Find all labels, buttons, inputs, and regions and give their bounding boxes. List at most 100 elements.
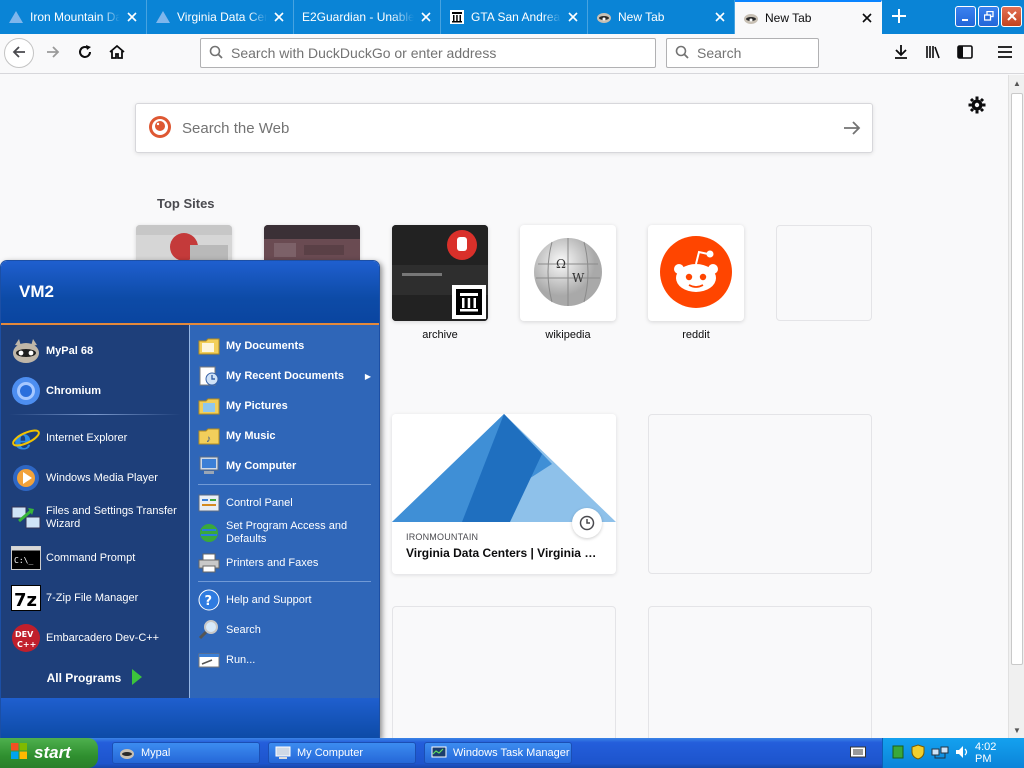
gear-icon — [968, 96, 986, 117]
run-icon — [198, 649, 220, 671]
media-player-icon — [10, 462, 42, 494]
close-icon[interactable] — [712, 9, 728, 25]
top-site-label: wikipedia — [545, 329, 591, 341]
library-button[interactable] — [918, 38, 948, 68]
tab-iron-mountain[interactable]: Iron Mountain Data Centers — [0, 0, 147, 34]
start-item-my-computer[interactable]: My Computer — [190, 451, 379, 481]
tab-e2guardian[interactable]: E2Guardian - Unable to — [294, 0, 441, 34]
all-programs-button[interactable]: All Programs — [1, 658, 189, 698]
start-item-my-pictures[interactable]: My Pictures — [190, 391, 379, 421]
ironmountain-icon — [8, 9, 24, 25]
tab-title: New Tab — [618, 10, 665, 24]
tab-virginia-data-centers[interactable]: Virginia Data Centers — [147, 0, 294, 34]
top-site-empty[interactable] — [776, 225, 872, 329]
close-icon[interactable] — [565, 9, 581, 25]
start-item-search[interactable]: Search — [190, 615, 379, 645]
start-item-help-support[interactable]: ? Help and Support — [190, 585, 379, 615]
start-item-control-panel[interactable]: Control Panel — [190, 488, 379, 518]
close-window-button[interactable] — [1001, 6, 1022, 27]
start-menu-programs: MyPal 68 Chromium e Internet Explorer Wi… — [1, 325, 189, 698]
library-icon — [925, 44, 941, 63]
submenu-arrow-icon: ▶ — [364, 371, 371, 381]
start-item-label: My Pictures — [226, 399, 288, 412]
tab-new-tab-active[interactable]: New Tab — [735, 0, 882, 34]
sidebar-button[interactable] — [950, 38, 980, 68]
start-item-chromium[interactable]: Chromium — [1, 371, 189, 411]
highlight-image — [392, 414, 616, 522]
top-site-reddit[interactable]: reddit — [648, 225, 744, 341]
start-item-mypal[interactable]: MyPal 68 — [1, 331, 189, 371]
taskbar-button-my-computer[interactable]: My Computer — [268, 742, 416, 764]
tab-new-tab-1[interactable]: New Tab — [588, 0, 735, 34]
start-item-my-documents[interactable]: My Documents — [190, 331, 379, 361]
settings-button[interactable] — [966, 95, 988, 117]
start-item-transfer-wizard[interactable]: Files and Settings Transfer Wizard — [1, 498, 189, 538]
tab-strip: Iron Mountain Data Centers Virginia Data… — [0, 0, 1024, 34]
keyboard-icon[interactable] — [850, 745, 866, 762]
minimize-button[interactable] — [955, 6, 976, 27]
help-icon: ? — [198, 589, 220, 611]
tab-title: E2Guardian - Unable to — [302, 10, 414, 24]
start-item-windows-media-player[interactable]: Windows Media Player — [1, 458, 189, 498]
network-icon[interactable] — [891, 745, 905, 762]
vertical-scrollbar[interactable]: ▲ ▼ — [1008, 75, 1024, 738]
top-site-label: reddit — [682, 329, 710, 341]
top-site-label: archive — [422, 329, 458, 341]
svg-text:DEV: DEV — [15, 630, 34, 639]
home-button[interactable] — [102, 38, 132, 68]
menu-button[interactable] — [990, 38, 1020, 68]
clock[interactable]: 4:02 PM — [975, 741, 1014, 765]
start-item-7zip[interactable]: 7z 7-Zip File Manager — [1, 578, 189, 618]
start-item-my-recent-documents[interactable]: My Recent Documents ▶ — [190, 361, 379, 391]
web-search-box[interactable] — [135, 103, 873, 153]
url-bar[interactable] — [200, 38, 656, 68]
user-name: VM2 — [19, 282, 54, 301]
all-programs-label: All Programs — [46, 671, 122, 685]
close-icon[interactable] — [124, 9, 140, 25]
top-site-wikipedia[interactable]: ΩW wikipedia — [520, 225, 616, 341]
minimize-icon — [961, 10, 970, 24]
volume-icon[interactable] — [955, 745, 969, 762]
reload-button[interactable] — [70, 38, 100, 68]
top-site-thumbnail: ΩW — [520, 225, 616, 321]
top-site-archive[interactable]: archive — [392, 225, 488, 341]
search-input[interactable] — [697, 45, 818, 61]
url-input[interactable] — [231, 45, 633, 61]
search-bar[interactable] — [666, 38, 819, 68]
close-icon[interactable] — [859, 10, 875, 26]
start-item-run[interactable]: Run... — [190, 645, 379, 675]
taskbar-button-mypal[interactable]: Mypal — [112, 742, 260, 764]
back-button[interactable] — [4, 38, 34, 68]
scrollbar-thumb[interactable] — [1011, 93, 1023, 665]
svg-text:C:\_: C:\_ — [14, 556, 33, 565]
security-shield-icon[interactable] — [911, 743, 925, 763]
start-item-internet-explorer[interactable]: e Internet Explorer — [1, 418, 189, 458]
scroll-down-arrow-icon[interactable]: ▼ — [1009, 722, 1024, 738]
highlight-card[interactable]: IRONMOUNTAIN Virginia Data Centers | Vir… — [392, 414, 616, 574]
highlight-placeholder — [648, 414, 872, 574]
taskbar-button-task-manager[interactable]: Windows Task Manager — [424, 742, 572, 764]
downloads-button[interactable] — [886, 38, 916, 68]
forward-button[interactable] — [38, 38, 68, 68]
start-button[interactable]: start — [0, 738, 98, 768]
network-connections-icon[interactable] — [931, 745, 949, 762]
start-item-label: Embarcadero Dev-C++ — [46, 631, 160, 644]
close-icon[interactable] — [418, 9, 434, 25]
start-item-my-music[interactable]: ♪ My Music — [190, 421, 379, 451]
navigation-toolbar — [0, 34, 1024, 74]
start-item-program-access[interactable]: Set Program Access and Defaults — [190, 518, 379, 548]
web-search-input[interactable] — [182, 119, 832, 137]
search-go-button[interactable] — [832, 108, 872, 148]
start-item-devcpp[interactable]: DEV C++ Embarcadero Dev-C++ — [1, 618, 189, 658]
printer-icon — [198, 552, 220, 574]
tab-gta-san-andreas[interactable]: GTA San Andreas — [441, 0, 588, 34]
start-menu: VM2 MyPal 68 Chromium e Internet Explore… — [0, 260, 380, 739]
restore-button[interactable] — [978, 6, 999, 27]
scroll-up-arrow-icon[interactable]: ▲ — [1009, 75, 1024, 91]
start-item-command-prompt[interactable]: C:\_ Command Prompt — [1, 538, 189, 578]
close-icon[interactable] — [271, 9, 287, 25]
taskbar-button-label: My Computer — [297, 747, 364, 759]
start-item-label: Windows Media Player — [46, 471, 158, 484]
start-item-printers-faxes[interactable]: Printers and Faxes — [190, 548, 379, 578]
new-tab-button[interactable] — [882, 0, 916, 34]
